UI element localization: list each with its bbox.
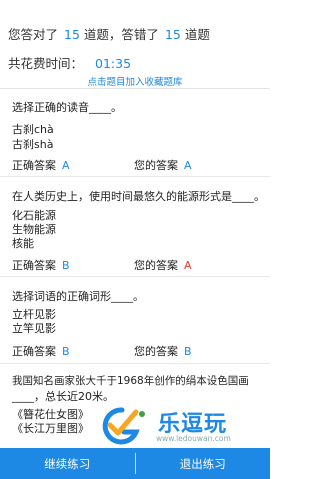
question-4-title-line-2[interactable]: ____，总长近20米。 xyxy=(12,388,114,404)
question-3-title[interactable]: 选择词语的正确词形____。 xyxy=(12,288,144,304)
time-value: 01:35 xyxy=(95,56,132,71)
your-answer-label: 您的答案 xyxy=(134,159,178,172)
question-2-option-c: 核能 xyxy=(12,237,34,250)
question-1-option-a: 古刹chà xyxy=(12,123,54,136)
question-2-correct-answer: 正确答案 B xyxy=(12,257,70,273)
question-3-your-answer: 您的答案 B xyxy=(134,343,192,359)
time-label: 共花费时间： xyxy=(8,56,84,71)
continue-practice-button[interactable]: 继续练习 xyxy=(0,448,135,479)
your-answer-value: A xyxy=(184,259,192,272)
question-4-title-line-1[interactable]: 我国知名画家张大千于1968年创作的绢本设色国画 xyxy=(12,373,249,388)
summary-text-1: 您答对了 xyxy=(8,27,59,42)
wrong-count: 15 xyxy=(164,27,181,42)
question-1-option-b: 古刹shà xyxy=(12,138,54,151)
your-answer-value: B xyxy=(184,345,192,358)
header-divider xyxy=(0,88,270,89)
bottom-action-bar: 继续练习 退出练习 xyxy=(0,448,270,479)
time-spent: 共花费时间： 01:35 xyxy=(8,53,131,72)
question-2-your-answer: 您的答案 A xyxy=(134,257,192,273)
question-1-title[interactable]: 选择正确的读音____。 xyxy=(12,99,122,115)
question-2-title[interactable]: 在人类历史上，使用时间最悠久的能源形式是____。 xyxy=(12,188,265,204)
question-1-correct-answer: 正确答案 A xyxy=(12,157,70,173)
result-summary: 您答对了 15 道题，答错了 15 道题 xyxy=(8,24,210,43)
question-divider xyxy=(0,276,270,277)
correct-count: 15 xyxy=(64,27,80,42)
question-divider xyxy=(0,363,270,364)
watermark-url: www.ledouwan.com xyxy=(156,434,231,443)
your-answer-label: 您的答案 xyxy=(134,259,178,272)
site-watermark: 乐逗玩 www.ledouwan.com xyxy=(92,404,264,446)
your-answer-value: A xyxy=(184,159,192,172)
correct-answer-label: 正确答案 xyxy=(12,159,56,172)
summary-text-3: 道题 xyxy=(184,27,210,42)
exit-practice-button[interactable]: 退出练习 xyxy=(136,448,271,479)
question-divider xyxy=(0,176,270,177)
question-3-option-b: 立竿见影 xyxy=(12,322,56,335)
correct-answer-value: B xyxy=(62,259,70,272)
question-4-option-b: 《长江万里图》 xyxy=(12,422,89,435)
question-3-correct-answer: 正确答案 B xyxy=(12,343,70,359)
correct-answer-label: 正确答案 xyxy=(12,259,56,272)
correct-answer-label: 正确答案 xyxy=(12,345,56,358)
add-to-favorites-link[interactable]: 点击题目加入收藏题库 xyxy=(0,74,270,88)
your-answer-label: 您的答案 xyxy=(134,345,178,358)
button-divider xyxy=(134,453,136,474)
watermark-logo-icon xyxy=(102,407,145,445)
correct-answer-value: A xyxy=(62,159,70,172)
question-1-your-answer: 您的答案 A xyxy=(134,157,192,173)
summary-text-2: 道题，答错了 xyxy=(83,27,159,42)
correct-answer-value: B xyxy=(62,345,70,358)
